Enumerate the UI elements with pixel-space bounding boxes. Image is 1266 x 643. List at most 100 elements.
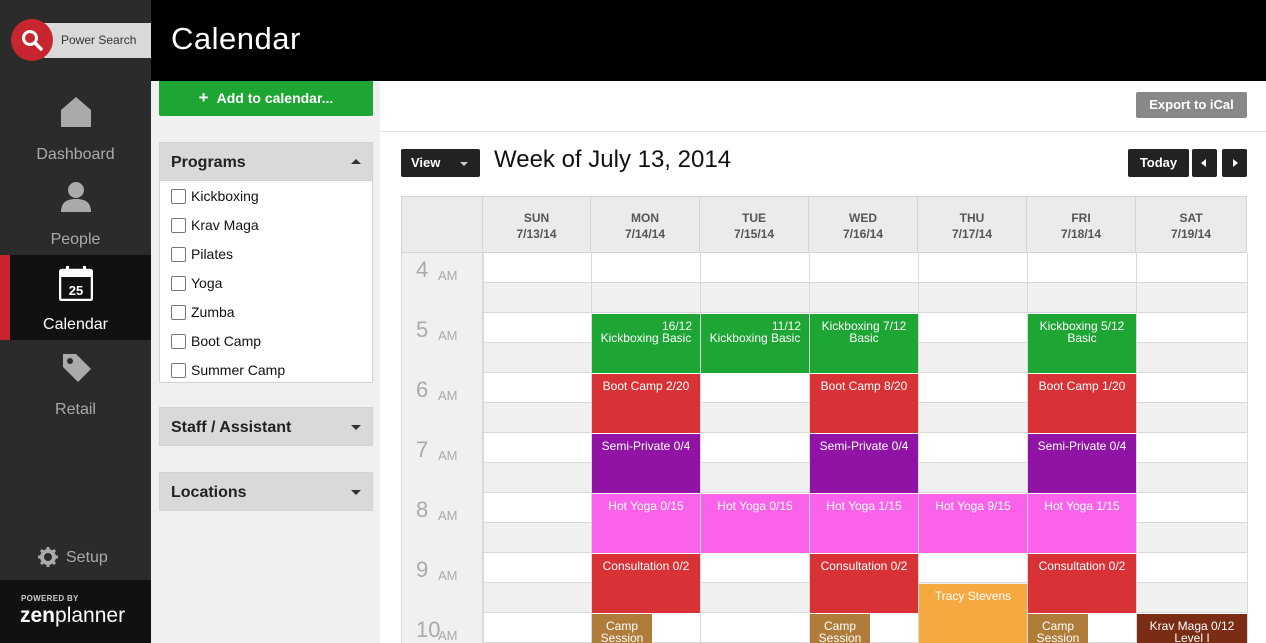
hour-number: 10 (416, 617, 441, 642)
export-ical-button[interactable]: Export to iCal (1136, 92, 1247, 118)
time-label: 7 AM (401, 433, 483, 493)
nav-dashboard[interactable]: Dashboard (0, 85, 151, 170)
calendar-event[interactable]: Consultation 0/2 (592, 554, 700, 613)
program-filter-item[interactable]: Kickboxing (160, 181, 372, 210)
add-to-calendar-button[interactable]: + Add to calendar... (159, 81, 373, 116)
grid-divider (700, 253, 701, 643)
program-checkbox[interactable] (171, 189, 186, 204)
program-checkbox[interactable] (171, 247, 186, 262)
program-checkbox[interactable] (171, 218, 186, 233)
program-filter-item[interactable]: Krav Maga (160, 210, 372, 239)
time-label: 8 AM (401, 493, 483, 553)
locations-header[interactable]: Locations (159, 472, 373, 511)
programs-title: Programs (171, 154, 246, 171)
staff-accordion: Staff / Assistant (159, 407, 373, 446)
program-checkbox[interactable] (171, 363, 186, 378)
day-header[interactable]: MON 7/14/14 (591, 196, 700, 253)
day-date: 7/14/14 (624, 227, 666, 241)
day-name: WED (849, 211, 877, 225)
calendar-event[interactable]: Camp Session (1028, 614, 1088, 643)
gear-icon (38, 547, 58, 567)
calendar-event[interactable]: Hot Yoga 1/15 (1028, 494, 1136, 553)
calendar-event[interactable]: 16/12 Kickboxing Basic (592, 314, 700, 373)
day-header[interactable]: SUN 7/13/14 (483, 196, 591, 253)
page-header: Calendar (151, 0, 1266, 81)
program-filter-item[interactable]: Summer Camp (160, 355, 372, 382)
powered-by-zenplanner: POWERED BY zenplanner (0, 580, 151, 643)
calendar-event[interactable]: Semi-Private 0/4 (810, 434, 918, 493)
day-header[interactable]: TUE 7/15/14 (700, 196, 809, 253)
program-filter-item[interactable]: Pilates (160, 239, 372, 268)
event-title: Boot Camp 1/20 (1038, 379, 1126, 393)
calendar-event[interactable]: Tracy Stevens (919, 584, 1027, 643)
half-hour-slot[interactable] (401, 283, 1247, 313)
hour-ampm: AM (438, 448, 458, 463)
event-subtitle: Kickboxing Basic (709, 331, 801, 345)
locations-title: Locations (171, 484, 247, 501)
event-subtitle: Kickboxing Basic (600, 331, 692, 345)
day-header[interactable]: SAT 7/19/14 (1136, 196, 1247, 253)
hour-row: 4 AM (401, 253, 1247, 313)
day-header[interactable]: WED 7/16/14 (809, 196, 918, 253)
event-title: Consultation 0/2 (820, 559, 908, 573)
program-label: Krav Maga (191, 217, 259, 233)
calendar-event[interactable]: Hot Yoga 9/15 (919, 494, 1027, 553)
nav-calendar[interactable]: 25 Calendar (0, 255, 151, 340)
power-search-input[interactable]: Power Search (44, 23, 151, 58)
day-name: MON (631, 211, 659, 225)
logo-planner: planner (55, 604, 126, 627)
calendar-event[interactable]: Boot Camp 2/20 (592, 374, 700, 433)
time-label: 6 AM (401, 373, 483, 433)
next-week-button[interactable] (1222, 149, 1247, 177)
day-header[interactable]: THU 7/17/14 (918, 196, 1027, 253)
calendar-event[interactable]: Camp Session (810, 614, 870, 643)
program-filter-item[interactable]: Boot Camp (160, 326, 372, 355)
calendar-event[interactable]: Semi-Private 0/4 (1028, 434, 1136, 493)
calendar-event[interactable]: Consultation 0/2 (1028, 554, 1136, 613)
day-header[interactable]: FRI 7/18/14 (1027, 196, 1136, 253)
event-title: Hot Yoga 1/15 (1044, 499, 1120, 513)
event-title: Hot Yoga 0/15 (608, 499, 684, 513)
calendar-event[interactable]: Semi-Private 0/4 (592, 434, 700, 493)
program-filter-item[interactable]: Yoga (160, 268, 372, 297)
setup-link[interactable]: Setup (0, 538, 151, 578)
day-date: 7/18/14 (1060, 227, 1102, 241)
calendar-event[interactable]: Hot Yoga 0/15 (592, 494, 700, 553)
search-button[interactable] (11, 19, 53, 61)
event-title: Semi-Private 0/4 (1037, 439, 1127, 453)
program-label: Kickboxing (191, 188, 259, 204)
event-title: Hot Yoga 1/15 (826, 499, 902, 513)
nav-people[interactable]: People (0, 170, 151, 255)
half-hour-slot[interactable] (401, 253, 1247, 283)
program-filter-item[interactable]: Zumba (160, 297, 372, 326)
chevron-right-icon (1233, 159, 1238, 167)
prev-week-button[interactable] (1192, 149, 1217, 177)
calendar-event[interactable]: Kickboxing 7/12 Basic (810, 314, 918, 373)
programs-list[interactable]: Kickboxing Krav Maga Pilates Yoga Zumba Boot … (159, 181, 373, 383)
program-label: Zumba (191, 304, 235, 320)
view-dropdown[interactable]: View (401, 149, 480, 177)
calendar-event[interactable]: Hot Yoga 1/15 (810, 494, 918, 553)
calendar-event[interactable]: Kickboxing 5/12 Basic (1028, 314, 1136, 373)
zenplanner-logo: zenplanner (20, 604, 125, 628)
calendar-event[interactable]: Krav Maga 0/12 Level I (1137, 614, 1247, 643)
event-subtitle: Level I (1174, 631, 1210, 643)
calendar-event[interactable]: Boot Camp 8/20 (810, 374, 918, 433)
staff-header[interactable]: Staff / Assistant (159, 407, 373, 446)
calendar-event[interactable]: Consultation 0/2 (810, 554, 918, 613)
nav-retail[interactable]: Retail (0, 340, 151, 425)
today-button[interactable]: Today (1128, 149, 1189, 177)
programs-header[interactable]: Programs (159, 142, 373, 181)
day-name: SAT (1179, 211, 1203, 225)
calendar-icon-day: 25 (69, 283, 83, 298)
calendar-event[interactable]: Hot Yoga 0/15 (701, 494, 809, 553)
app-window: Power Search Dashboard People 25 Calenda… (0, 0, 1266, 643)
calendar-event[interactable]: 11/12 Kickboxing Basic (701, 314, 809, 373)
setup-label: Setup (66, 549, 108, 566)
program-checkbox[interactable] (171, 276, 186, 291)
program-checkbox[interactable] (171, 334, 186, 349)
program-checkbox[interactable] (171, 305, 186, 320)
calendar-event[interactable]: Boot Camp 1/20 (1028, 374, 1136, 433)
event-title: Boot Camp 2/20 (602, 379, 690, 393)
calendar-event[interactable]: Camp Session (592, 614, 652, 643)
